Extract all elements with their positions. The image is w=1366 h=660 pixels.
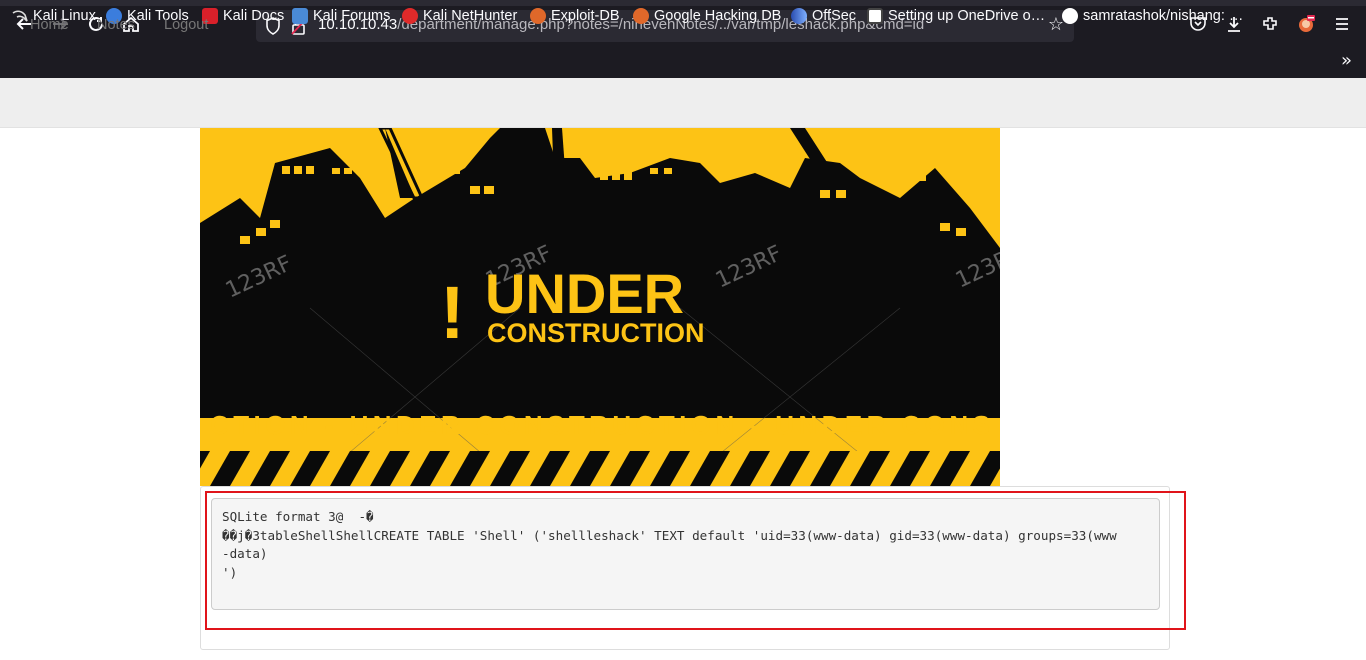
bookmark-exploit-db[interactable]: Exploit-DB: [530, 6, 620, 26]
banner-ticker: CTION - UNDER CONSTRUCTION - UNDER CONS: [210, 410, 990, 440]
nav-home-link[interactable]: Home: [30, 17, 69, 33]
banner-subtitle: CONSTRUCTION: [487, 318, 705, 348]
exclamation-mark: !: [440, 271, 465, 354]
menu-hamburger-icon[interactable]: [1328, 10, 1356, 38]
highlight-box: [205, 491, 1186, 630]
bookmark-label: Google Hacking DB: [654, 8, 782, 24]
exploit-db-icon: [530, 8, 546, 24]
onedrive-doc-icon: [867, 8, 883, 24]
bookmark-onedrive[interactable]: Setting up OneDrive o…: [867, 6, 1045, 26]
bookmark-ghdb[interactable]: Google Hacking DB: [633, 6, 781, 26]
bookmark-label: Exploit-DB: [551, 8, 620, 24]
github-icon: [1062, 8, 1078, 24]
bookmark-label: Kali Forums: [313, 8, 391, 24]
bookmark-label: Setting up OneDrive o…: [888, 8, 1046, 24]
kali-dragon-icon: [12, 8, 28, 24]
bookmark-label: Kali NetHunter: [423, 8, 518, 24]
bookmark-offsec[interactable]: OffSec: [791, 6, 856, 26]
bookmark-kali-forums[interactable]: Kali Forums: [292, 6, 390, 26]
kali-forums-icon: [292, 8, 308, 24]
profile-avatar-icon[interactable]: [1292, 10, 1320, 38]
bookmark-nishang[interactable]: samratashok/nishang: …: [1062, 6, 1243, 26]
bookmark-label: OffSec: [812, 8, 857, 24]
ghdb-icon: [633, 8, 649, 24]
more-bookmarks-chevron-icon[interactable]: »: [1341, 50, 1352, 71]
site-navbar: [0, 78, 1366, 128]
bookmark-kali-docs[interactable]: Kali Docs: [202, 6, 284, 26]
under-construction-banner: 123RF 123RF 123RF 123RF ! UNDER CONSTRUC…: [200, 128, 1000, 486]
nav-notes-link[interactable]: Notes: [97, 17, 135, 33]
nethunter-icon: [402, 8, 418, 24]
offsec-icon: [791, 8, 807, 24]
bookmarks-toolbar: [0, 46, 1366, 78]
bookmark-label: Kali Docs: [223, 8, 285, 24]
bookmark-label: samratashok/nishang: …: [1083, 8, 1244, 24]
banner-title: UNDER: [485, 262, 684, 325]
nav-logout-link[interactable]: Logout: [164, 17, 208, 33]
bookmark-kali-nethunter[interactable]: Kali NetHunter: [402, 6, 517, 26]
extensions-icon[interactable]: [1256, 10, 1284, 38]
